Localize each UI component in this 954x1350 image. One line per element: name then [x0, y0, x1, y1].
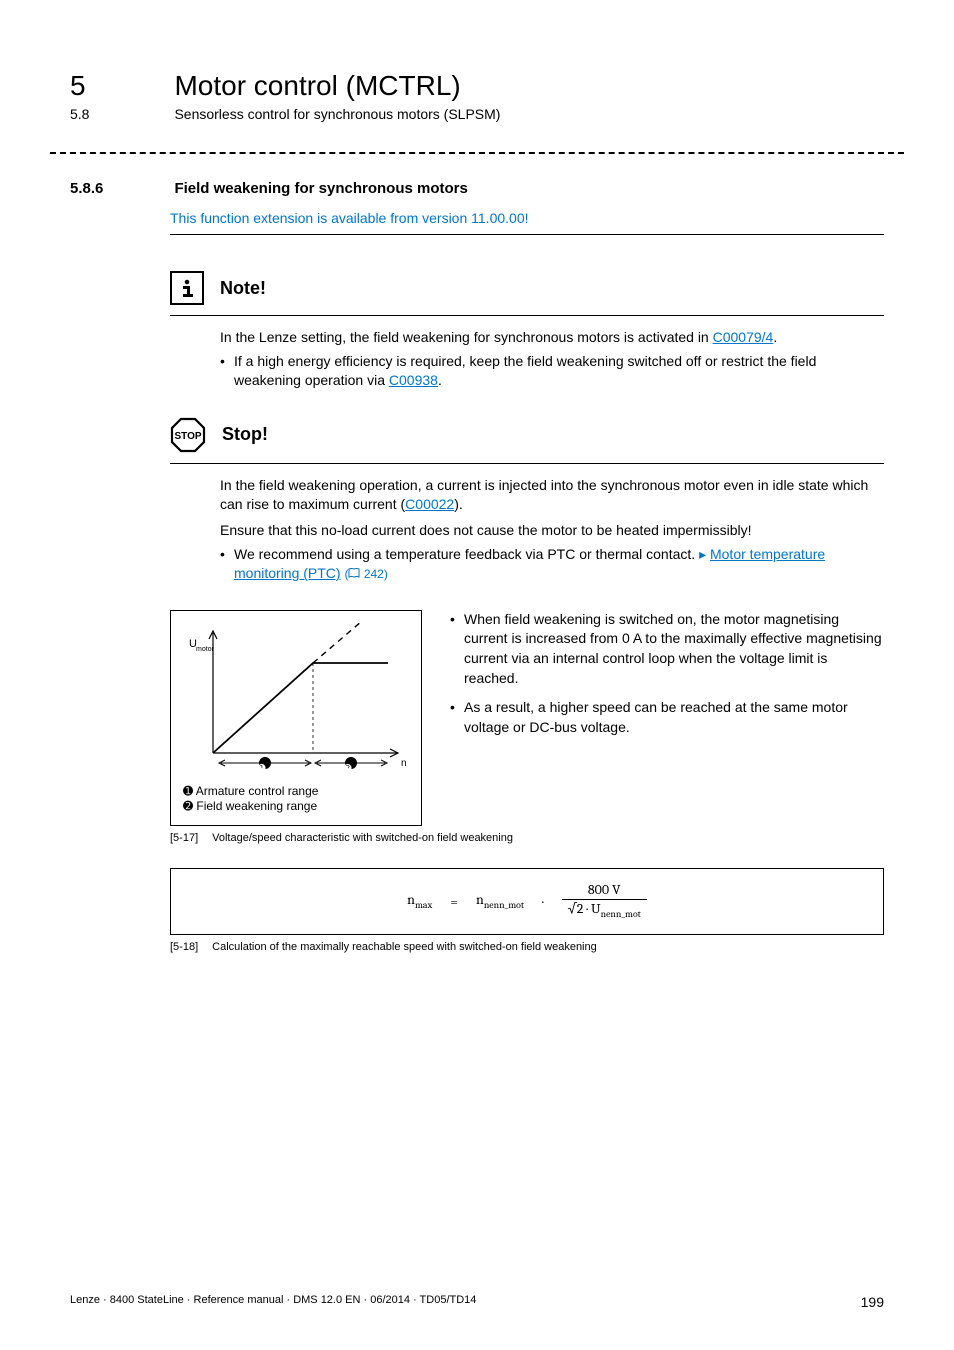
section-header: 5.8.6 Field weakening for synchronous mo…: [70, 180, 884, 198]
page-ref: ( 242): [344, 567, 387, 581]
chapter-number: 5: [70, 70, 170, 102]
stop-bullet: We recommend using a temperature feedbac…: [220, 545, 884, 584]
stop-bullet-text: We recommend using a temperature feedbac…: [234, 546, 699, 562]
figure-5-17: U motor n ➊ ➋ ➊ Armature control range ➋…: [170, 610, 422, 826]
section-title: Field weakening for synchronous motors: [174, 180, 467, 197]
stop-icon: STOP: [170, 417, 206, 453]
svg-text:STOP: STOP: [174, 431, 201, 442]
stop-text-1a: In the field weakening operation, a curr…: [220, 477, 868, 513]
formula-mid: nnenn_mot: [476, 891, 524, 911]
figure-side-bullet-2: As a result, a higher speed can be reach…: [450, 698, 884, 737]
note-text-end: .: [773, 329, 777, 345]
dashed-divider: [50, 152, 904, 154]
section-number: 5.8.6: [70, 180, 170, 197]
book-icon: [348, 568, 360, 578]
note-box: Note! In the Lenze setting, the field we…: [170, 271, 884, 391]
page-number: 199: [861, 1294, 884, 1310]
page-footer: Lenze · 8400 StateLine · Reference manua…: [70, 1294, 884, 1310]
version-note: This function extension is available fro…: [170, 210, 884, 226]
link-c00022[interactable]: C00022: [405, 496, 454, 512]
caption-tag: [5-17]: [170, 832, 198, 844]
note-paragraph: In the Lenze setting, the field weakenin…: [220, 328, 884, 348]
note-title: Note!: [220, 278, 266, 299]
chapter-header: 5 Motor control (MCTRL): [70, 70, 884, 102]
subsection-header: 5.8 Sensorless control for synchronous m…: [70, 106, 884, 124]
info-icon: [170, 271, 204, 305]
bullet-text-end: .: [438, 372, 442, 388]
figure-5-18-caption: [5-18] Calculation of the maximally reac…: [170, 941, 884, 953]
section-divider: [170, 234, 884, 235]
subsection-number: 5.8: [70, 106, 170, 122]
svg-text:motor: motor: [196, 646, 215, 653]
note-divider: [170, 315, 884, 316]
legend-item-1: ➊ Armature control range: [183, 784, 409, 800]
legend-item-2: ➋ Field weakening range: [183, 799, 409, 815]
svg-text:n: n: [401, 758, 407, 769]
equals-sign: =: [450, 893, 458, 910]
caption-text: Voltage/speed characteristic with switch…: [212, 832, 513, 844]
stop-box: STOP Stop! In the field weakening operat…: [170, 417, 884, 584]
arrow-icon: ▸: [699, 546, 710, 562]
bullet-text: If a high energy efficiency is required,…: [234, 353, 816, 389]
caption-tag: [5-18]: [170, 941, 198, 953]
stop-paragraph-1: In the field weakening operation, a curr…: [220, 476, 884, 515]
figure-side-bullet-1: When field weakening is switched on, the…: [450, 610, 884, 688]
stop-paragraph-2: Ensure that this no-load current does no…: [220, 521, 884, 541]
stop-text-1b: ).: [454, 496, 463, 512]
figure-5-17-row: U motor n ➊ ➋ ➊ Armature control range ➋…: [170, 610, 884, 826]
subsection-title: Sensorless control for synchronous motor…: [174, 106, 500, 122]
stop-title: Stop!: [222, 424, 268, 445]
dot-operator: ·: [542, 893, 543, 910]
note-bullet: If a high energy efficiency is required,…: [220, 352, 884, 391]
stop-divider: [170, 463, 884, 464]
formula-fraction: 800 V √2 · Unenn_mot: [562, 883, 647, 920]
caption-text: Calculation of the maximally reachable s…: [212, 941, 597, 953]
formula-box: nmax = nnenn_mot · 800 V √2 · Unenn_mot: [170, 868, 884, 935]
figure-legend: ➊ Armature control range ➋ Field weakeni…: [183, 784, 409, 815]
figure-5-17-caption: [5-17] Voltage/speed characteristic with…: [170, 832, 884, 844]
chapter-title: Motor control (MCTRL): [174, 70, 460, 102]
chart-voltage-speed: U motor n: [183, 623, 411, 773]
fraction-denominator: √2 · Unenn_mot: [562, 899, 647, 920]
formula-lhs: nmax: [407, 891, 432, 911]
fraction-numerator: 800 V: [582, 883, 627, 899]
footer-left: Lenze · 8400 StateLine · Reference manua…: [70, 1294, 476, 1310]
link-c00079-4[interactable]: C00079/4: [713, 329, 774, 345]
link-c00938[interactable]: C00938: [389, 372, 438, 388]
note-text: In the Lenze setting, the field weakenin…: [220, 329, 713, 345]
figure-side-text: When field weakening is switched on, the…: [450, 610, 884, 748]
